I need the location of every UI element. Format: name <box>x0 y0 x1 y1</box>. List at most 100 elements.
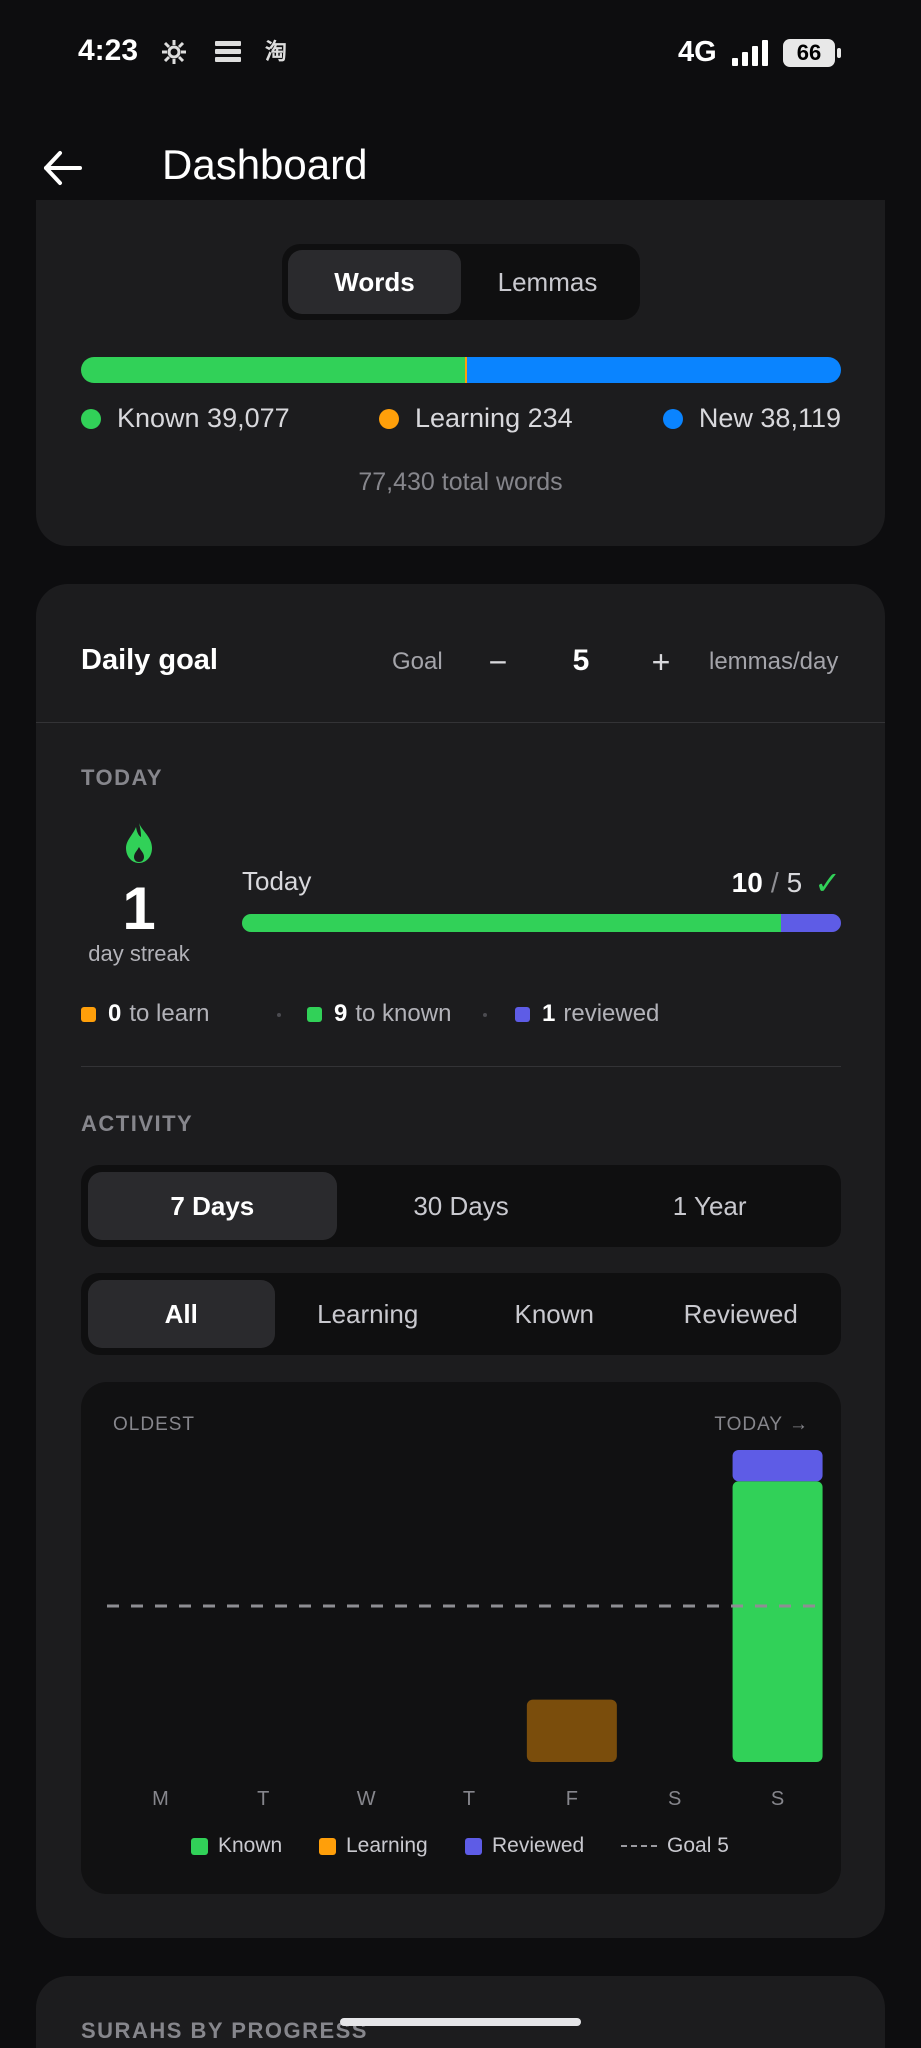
day-label: T <box>462 1788 476 1810</box>
known-swatch <box>307 1006 322 1022</box>
taobao-icon: 淘 <box>264 39 287 64</box>
bar-reviewed <box>732 1450 823 1482</box>
chart-legend-reviewed-label: Reviewed <box>492 1834 585 1857</box>
arrow-left-icon[interactable] <box>38 143 88 193</box>
page-title: Dashboard <box>162 141 368 188</box>
decrease-goal-button[interactable]: − <box>478 640 518 684</box>
surahs-section-label: SURAHS BY PROGRESS <box>81 2018 368 2043</box>
learning-dot <box>379 408 399 429</box>
divider <box>36 722 885 723</box>
reviewed-swatch <box>465 1837 482 1855</box>
legend-new-label: New 38,119 <box>698 403 841 433</box>
stat-to-known-label: to known <box>355 1000 452 1027</box>
stat-to-learn: 0 to learn <box>81 1000 209 1028</box>
chart-legend-known-label: Known <box>218 1834 283 1857</box>
filter-all[interactable]: All <box>88 1280 275 1348</box>
words-legend: Known 39,077 Learning 234 New 38,119 <box>81 403 841 439</box>
today-progress-bar <box>242 914 841 932</box>
today-known-fill <box>242 914 782 932</box>
reviewed-swatch <box>515 1006 530 1022</box>
legend-learning: Learning 234 <box>379 403 573 434</box>
bar-known <box>732 1481 823 1762</box>
flame-icon <box>126 823 152 863</box>
stack-icon <box>212 38 241 66</box>
filter-learning[interactable]: Learning <box>275 1280 462 1348</box>
filter-known[interactable]: Known <box>461 1280 648 1348</box>
words-lemmas-toggle: Words Lemmas <box>282 244 640 320</box>
new-segment <box>466 357 841 383</box>
range-7-days[interactable]: 7 Days <box>88 1172 337 1240</box>
daily-goal-card: Daily goal Goal − 5 + lemmas/day TODAY 1… <box>36 584 885 1938</box>
today-goal: 5 <box>786 867 803 898</box>
today-reviewed-fill <box>781 914 841 932</box>
learning-swatch <box>319 1837 336 1855</box>
range-1-year[interactable]: 1 Year <box>585 1172 834 1240</box>
chart-legend-goal: Goal 5 <box>621 1834 729 1858</box>
known-segment <box>81 357 465 383</box>
stat-to-learn-value: 0 <box>108 1000 122 1027</box>
stat-separator <box>483 1013 487 1017</box>
known-swatch <box>191 1837 208 1855</box>
total-words: 77,430 total words <box>358 468 563 496</box>
goal-label: Goal <box>392 648 443 675</box>
signal-icon <box>732 40 768 66</box>
today-section-label: TODAY <box>81 765 164 790</box>
today-done: 10 <box>731 867 763 898</box>
chart-legend-learning-label: Learning <box>346 1834 428 1857</box>
chart-legend-known: Known <box>191 1834 282 1858</box>
status-bar: 4:23 淘 4G 66 <box>0 0 921 105</box>
settings-gear-icon <box>160 38 188 66</box>
goal-row: Daily goal Goal − 5 + lemmas/day <box>81 640 841 688</box>
stat-to-known-value: 9 <box>334 1000 348 1027</box>
stat-reviewed: 1 reviewed <box>515 1000 659 1028</box>
new-dot <box>662 408 683 429</box>
status-time: 4:23 <box>78 34 139 67</box>
activity-chart: OLDEST TODAY → Known Learning Reviewed G… <box>81 1382 841 1894</box>
words-breakdown-bar <box>81 357 841 383</box>
chart-legend-goal-label: Goal 5 <box>667 1834 729 1857</box>
activity-section-label: ACTIVITY <box>81 1111 194 1136</box>
battery-level: 66 <box>796 40 822 65</box>
bar-learning <box>526 1699 617 1762</box>
legend-learning-label: Learning 234 <box>415 403 573 433</box>
divider <box>81 1066 841 1067</box>
today-separator: / <box>770 867 779 898</box>
today-progress-count: 10 / 5 ✓ <box>732 864 841 902</box>
goal-value: 5 <box>572 644 590 677</box>
today-stats: 0 to learn 9 to known 1 reviewed <box>81 1000 841 1034</box>
today-label: Today <box>242 866 312 896</box>
check-icon: ✓ <box>814 865 841 901</box>
day-label: W <box>356 1788 376 1810</box>
goal-line-swatch <box>621 1845 657 1847</box>
day-label: M <box>152 1788 169 1810</box>
streak-label: day streak <box>88 941 190 966</box>
learn-swatch <box>81 1006 96 1022</box>
day-label: S <box>770 1788 785 1810</box>
range-selector: 7 Days 30 Days 1 Year <box>81 1165 841 1247</box>
increase-goal-button[interactable]: + <box>641 640 681 684</box>
legend-new: New 38,119 <box>662 403 841 434</box>
day-label: F <box>565 1788 578 1810</box>
tab-lemmas[interactable]: Lemmas <box>461 250 634 314</box>
legend-known: Known 39,077 <box>81 403 290 434</box>
home-indicator[interactable] <box>340 2018 581 2026</box>
network-type: 4G <box>678 36 717 68</box>
surahs-progress-card: SURAHS BY PROGRESS <box>36 1976 885 2048</box>
chart-legend: Known Learning Reviewed Goal 5 <box>81 1834 841 1864</box>
goal-unit: lemmas/day <box>709 648 839 675</box>
tab-words[interactable]: Words <box>288 250 461 314</box>
chart-legend-reviewed: Reviewed <box>465 1834 584 1858</box>
stat-reviewed-value: 1 <box>542 1000 556 1027</box>
activity-bars <box>107 1450 823 1762</box>
legend-known-label: Known 39,077 <box>117 403 290 433</box>
stat-reviewed-label: reviewed <box>563 1000 660 1027</box>
stat-separator <box>277 1013 281 1017</box>
filter-reviewed[interactable]: Reviewed <box>648 1280 835 1348</box>
known-dot <box>81 408 101 429</box>
range-30-days[interactable]: 30 Days <box>337 1172 586 1240</box>
day-label: T <box>257 1788 270 1810</box>
streak-count: 1 <box>122 875 156 942</box>
goal-title: Daily goal <box>81 644 218 676</box>
activity-filter: All Learning Known Reviewed <box>81 1273 841 1355</box>
chart-legend-learning: Learning <box>319 1834 428 1858</box>
